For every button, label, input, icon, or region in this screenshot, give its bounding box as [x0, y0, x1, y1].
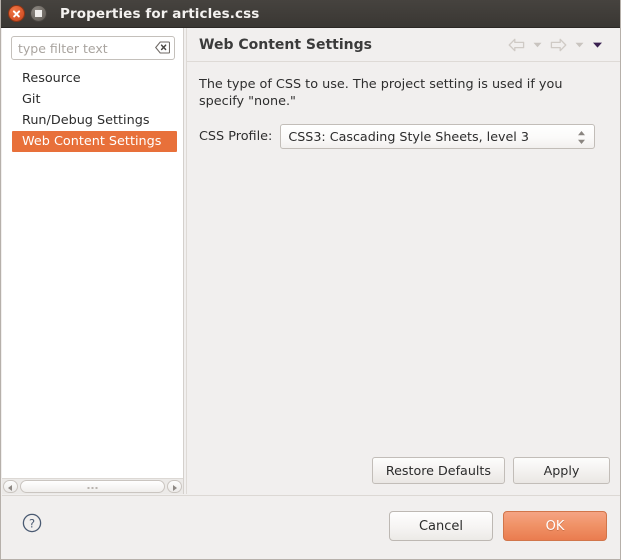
- page-action-buttons: Restore Defaults Apply: [371, 457, 610, 484]
- sidebar-item-label: Web Content Settings: [22, 134, 162, 149]
- restore-defaults-button[interactable]: Restore Defaults: [371, 457, 505, 484]
- view-menu-caret-icon[interactable]: [592, 39, 603, 50]
- properties-dialog: Properties for articles.css Resource Git…: [0, 0, 621, 560]
- sidebar-item-label: Git: [22, 92, 41, 107]
- page-title: Web Content Settings: [199, 36, 372, 53]
- page-nav-icons: [508, 38, 610, 52]
- ok-button[interactable]: OK: [503, 511, 607, 541]
- settings-content-panel: Web Content Settings The type of CSS to …: [186, 28, 620, 494]
- css-profile-row: CSS Profile: CSS3: Cascading Style Sheet…: [187, 110, 620, 149]
- clear-backspace-icon[interactable]: [155, 41, 170, 54]
- tree-horizontal-scrollbar[interactable]: [2, 478, 183, 494]
- maximize-icon[interactable]: [30, 5, 47, 22]
- scroll-left-arrow-icon[interactable]: [3, 480, 18, 493]
- sidebar-item-label: Run/Debug Settings: [22, 113, 150, 128]
- css-profile-label: CSS Profile:: [199, 129, 273, 144]
- sidebar-item-label: Resource: [22, 71, 81, 86]
- help-question-icon[interactable]: ?: [22, 513, 42, 533]
- forward-dropdown-caret-icon[interactable]: [574, 39, 585, 50]
- css-profile-select[interactable]: CSS3: Cascading Style Sheets, level 3: [280, 124, 596, 149]
- search-input[interactable]: [11, 36, 175, 60]
- sidebar-item-web-content-settings[interactable]: Web Content Settings: [12, 131, 177, 152]
- back-arrow-icon[interactable]: [508, 38, 525, 52]
- page-header: Web Content Settings: [187, 28, 620, 62]
- sidebar-item-run-debug-settings[interactable]: Run/Debug Settings: [2, 110, 183, 131]
- settings-tree-panel: Resource Git Run/Debug Settings Web Cont…: [2, 28, 183, 492]
- title-bar: Properties for articles.css: [1, 0, 620, 28]
- forward-arrow-icon[interactable]: [550, 38, 567, 52]
- dialog-action-buttons: Cancel OK: [389, 511, 607, 541]
- settings-tree[interactable]: Resource Git Run/Debug Settings Web Cont…: [2, 68, 183, 488]
- back-dropdown-caret-icon[interactable]: [532, 39, 543, 50]
- window-title: Properties for articles.css: [60, 5, 260, 22]
- filter-field-wrapper: [11, 36, 175, 60]
- sidebar-item-resource[interactable]: Resource: [2, 68, 183, 89]
- svg-text:?: ?: [29, 516, 35, 530]
- apply-button[interactable]: Apply: [513, 457, 610, 484]
- scrollbar-thumb[interactable]: [20, 480, 165, 493]
- pane-divider[interactable]: [183, 28, 184, 494]
- close-icon[interactable]: [8, 5, 25, 22]
- css-profile-value: CSS3: Cascading Style Sheets, level 3: [288, 129, 529, 144]
- combo-spinner-icon[interactable]: [577, 129, 586, 146]
- page-description: The type of CSS to use. The project sett…: [199, 77, 563, 109]
- sidebar-item-git[interactable]: Git: [2, 89, 183, 110]
- cancel-button[interactable]: Cancel: [389, 511, 493, 541]
- dialog-footer: ? Cancel OK: [2, 495, 620, 559]
- scroll-right-arrow-icon[interactable]: [167, 480, 182, 493]
